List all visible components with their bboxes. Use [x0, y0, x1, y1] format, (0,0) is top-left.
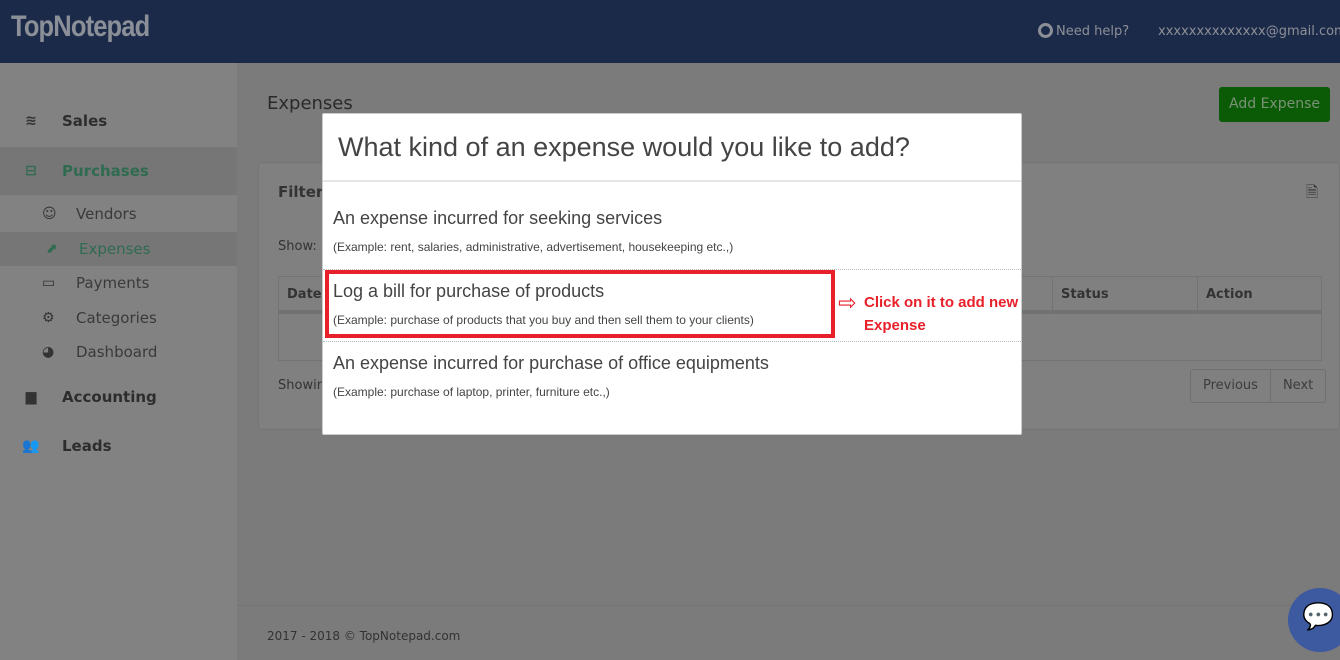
user-menu[interactable]: xxxxxxxxxxxxxx@gmail.com ▾: [1158, 24, 1340, 39]
logo[interactable]: TopNotepad: [11, 10, 150, 44]
label: Vendors: [76, 205, 137, 223]
sidebar-item-leads[interactable]: 👥 Leads: [0, 426, 237, 466]
note-line: Expense: [864, 317, 926, 334]
credit-card-icon: ▭: [42, 275, 56, 291]
label: Purchases: [62, 162, 149, 180]
option-desc: (Example: rent, salaries, administrative…: [333, 240, 734, 254]
copyright: 2017 - 2018 © TopNotepad.com: [267, 629, 461, 643]
excel-export-icon[interactable]: 🗎: [1306, 182, 1318, 207]
bar-chart-icon: ▆: [25, 389, 37, 405]
show-label: Show:: [278, 239, 317, 254]
lifebuoy-icon: [1038, 23, 1053, 38]
minus-square-icon: ⊟: [25, 163, 37, 179]
sidebar-item-dashboard[interactable]: ◕ Dashboard: [0, 335, 237, 369]
sidebar-item-payments[interactable]: ▭ Payments: [0, 266, 237, 300]
share-icon: ⬈: [46, 241, 58, 257]
add-expense-button[interactable]: Add Expense: [1219, 87, 1330, 122]
option-title: An expense incurred for purchase of offi…: [333, 353, 769, 373]
option-desc: (Example: purchase of laptop, printer, f…: [333, 385, 610, 399]
label: Leads: [62, 437, 112, 455]
label: Payments: [76, 274, 150, 292]
sidebar-item-categories[interactable]: ⚙ Categories: [0, 301, 237, 335]
annotation-note: Click on it to add new Expense: [864, 291, 1018, 337]
label: Categories: [76, 309, 157, 327]
option-office-equipment[interactable]: An expense incurred for purchase of offi…: [323, 348, 1021, 412]
highlight-box: [325, 270, 835, 338]
need-help-link[interactable]: Need help?: [1038, 23, 1129, 39]
note-line: Click on it to add new: [864, 294, 1019, 311]
col-status[interactable]: Status: [1061, 287, 1109, 302]
sidebar-item-purchases[interactable]: ⊟ Purchases: [0, 147, 237, 195]
sidebar-item-accounting[interactable]: ▆ Accounting: [0, 377, 237, 417]
col-date[interactable]: Date: [287, 287, 322, 302]
option-title: An expense incurred for seeking services: [333, 208, 663, 228]
sidebar-item-vendors[interactable]: ☺ Vendors: [0, 197, 237, 231]
chat-bubble-icon: 💬: [1302, 602, 1335, 632]
col-action: Action: [1206, 287, 1253, 302]
sidebar: ≋ Sales ⊟ Purchases ☺ Vendors ⬈ Expenses ▭ Pa…: [0, 63, 237, 660]
user-email: xxxxxxxxxxxxxx@gmail.com: [1158, 24, 1340, 39]
dashboard-icon: ◕: [42, 344, 55, 360]
label: Dashboard: [76, 343, 158, 361]
filter-heading: Filter: [278, 183, 324, 201]
top-header: TopNotepad Need help? xxxxxxxxxxxxxx@gma…: [0, 0, 1340, 63]
help-label: Need help?: [1056, 24, 1130, 39]
layers-icon: ≋: [25, 113, 37, 129]
label: Expenses: [79, 240, 151, 258]
option-services[interactable]: An expense incurred for seeking services…: [323, 204, 1021, 268]
sidebar-item-expenses[interactable]: ⬈ Expenses: [0, 232, 237, 266]
showing-info: Showin: [278, 378, 325, 393]
label: Sales: [62, 112, 108, 130]
gear-icon: ⚙: [42, 310, 55, 326]
previous-button[interactable]: Previous: [1191, 370, 1270, 402]
footer: 2017 - 2018 © TopNotepad.com: [237, 605, 1340, 660]
sidebar-item-sales[interactable]: ≋ Sales: [0, 101, 237, 141]
arrow-right-icon: ⇨: [838, 291, 857, 316]
users-icon: 👥: [22, 438, 40, 454]
pagination: Previous Next: [1190, 369, 1327, 403]
modal-title: What kind of an expense would you like t…: [338, 132, 910, 162]
next-button[interactable]: Next: [1269, 370, 1325, 402]
page-title: Expenses: [267, 93, 353, 114]
label: Accounting: [62, 388, 157, 406]
user-icon: ☺: [42, 206, 57, 222]
